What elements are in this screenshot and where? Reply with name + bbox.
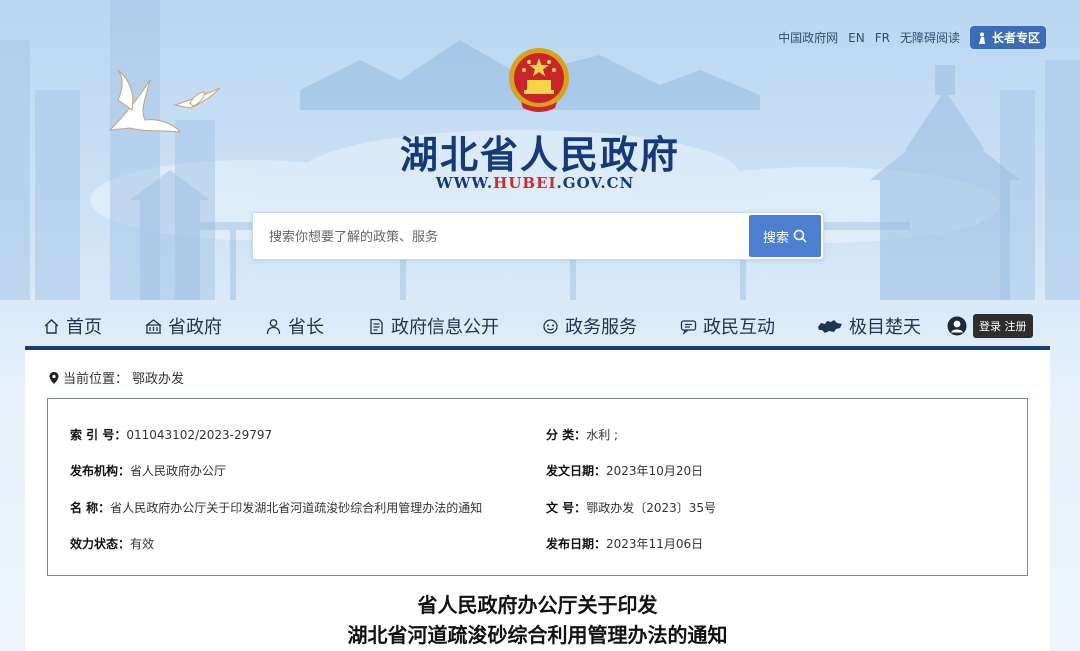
document-title-line2: 湖北省河道疏浚砂综合利用管理办法的通知 xyxy=(347,623,728,647)
meta-name-value: 省人民政府办公厅关于印发湖北省河道疏浚砂综合利用管理办法的通知 xyxy=(110,501,483,515)
nav-label-interaction: 政民互动 xyxy=(703,317,775,338)
login-area: 登录 注册 xyxy=(947,314,1033,338)
document-title: 省人民政府办公厅关于印发 湖北省河道疏浚砂综合利用管理办法的通知 xyxy=(25,590,1050,650)
link-accessible-reading[interactable]: 无障碍阅读 xyxy=(900,29,960,46)
meta-publish-date: 发布日期：2023年11月06日 xyxy=(546,535,703,552)
search-button-label: 搜索 xyxy=(762,230,789,246)
meta-status-label: 效力状态： xyxy=(70,537,131,551)
site-url-highlight: HUBEI xyxy=(493,174,557,192)
national-emblem-icon xyxy=(509,48,569,112)
location-pin-icon xyxy=(49,371,59,384)
meta-publish-date-value: 2023年11月06日 xyxy=(606,537,704,551)
nav-item-interaction[interactable]: 政民互动 xyxy=(680,313,775,339)
site-url-suffix: .GOV.CN xyxy=(556,174,635,192)
breadcrumb-prefix: 当前位置： xyxy=(63,372,129,387)
document-icon xyxy=(370,318,383,334)
search-bar: 搜索 xyxy=(252,212,824,261)
content-panel: 当前位置： 鄂政办发 索 引 号：011043102/2023-29797 分 … xyxy=(25,350,1050,651)
nav-item-home[interactable]: 首页 xyxy=(43,313,102,339)
service-icon xyxy=(543,318,558,334)
login-register-button[interactable]: 登录 注册 xyxy=(973,314,1033,338)
nav-label-info-disclosure: 政府信息公开 xyxy=(391,317,499,338)
nav-item-info-disclosure[interactable]: 政府信息公开 xyxy=(368,313,499,339)
elder-zone-label: 长者专区 xyxy=(991,31,1040,45)
building-icon xyxy=(145,318,162,334)
person-icon xyxy=(266,318,281,334)
user-avatar-icon[interactable] xyxy=(947,316,967,336)
search-input[interactable] xyxy=(267,213,741,261)
site-url: WWW.HUBEI.GOV.CN xyxy=(400,174,670,192)
meta-index-value: 011043102/2023-29797 xyxy=(126,428,273,442)
search-button[interactable]: 搜索 xyxy=(749,215,821,257)
meta-doc-number: 文 号：鄂政办发〔2023〕35号 xyxy=(546,499,716,516)
meta-publisher-label: 发布机构： xyxy=(70,464,131,478)
nav-item-province-gov[interactable]: 省政府 xyxy=(145,313,222,339)
meta-issue-date-value: 2023年10月20日 xyxy=(606,464,704,478)
meta-index-label: 索 引 号： xyxy=(70,428,127,442)
nav-item-jimu-chutian[interactable]: 极目楚天 xyxy=(817,313,921,339)
meta-category-value: 水利 ; xyxy=(586,428,619,442)
hubei-map-icon xyxy=(818,319,842,333)
home-icon xyxy=(44,318,59,334)
nav-label-governor: 省长 xyxy=(288,317,324,338)
link-gov-cn[interactable]: 中国政府网 xyxy=(778,29,838,46)
meta-publish-date-label: 发布日期： xyxy=(546,537,607,551)
nav-label-home: 首页 xyxy=(66,317,102,338)
breadcrumb-current[interactable]: 鄂政办发 xyxy=(132,368,184,387)
elder-zone-button[interactable]: 长者专区 xyxy=(969,26,1046,49)
link-english[interactable]: EN xyxy=(848,31,865,45)
link-french[interactable]: FR xyxy=(875,31,890,45)
main-nav: 首页 省政府 省长 政府信息公开 政务服务 政民互动 极目楚天 登录 注册 xyxy=(25,305,1050,347)
meta-category: 分 类：水利 ; xyxy=(546,426,618,443)
meta-issue-date: 发文日期：2023年10月20日 xyxy=(546,462,703,479)
breadcrumb: 当前位置： 鄂政办发 xyxy=(49,368,184,387)
document-title-line1: 省人民政府办公厅关于印发 xyxy=(417,593,658,617)
meta-index: 索 引 号：011043102/2023-29797 xyxy=(70,426,272,443)
search-icon xyxy=(793,229,807,243)
meta-publisher: 发布机构：省人民政府办公厅 xyxy=(70,462,226,479)
document-metadata-table: 索 引 号：011043102/2023-29797 分 类：水利 ; 发布机构… xyxy=(47,398,1028,576)
meta-issue-date-label: 发文日期： xyxy=(546,464,607,478)
meta-category-label: 分 类： xyxy=(546,428,587,442)
elder-icon xyxy=(978,32,985,44)
nav-label-gov-service: 政务服务 xyxy=(565,317,637,338)
meta-status-value: 有效 xyxy=(130,537,155,551)
top-links: 中国政府网 EN FR 无障碍阅读 长者专区 xyxy=(778,26,1046,49)
crane-illustration xyxy=(108,69,221,133)
meta-doc-number-value: 鄂政办发〔2023〕35号 xyxy=(586,501,716,515)
meta-doc-number-label: 文 号： xyxy=(546,501,587,515)
meta-publisher-value: 省人民政府办公厅 xyxy=(130,464,227,478)
nav-item-gov-service[interactable]: 政务服务 xyxy=(542,313,637,339)
nav-label-jimu-chutian: 极目楚天 xyxy=(849,317,921,338)
meta-name-label: 名 称： xyxy=(70,501,111,515)
meta-name: 名 称：省人民政府办公厅关于印发湖北省河道疏浚砂综合利用管理办法的通知 xyxy=(70,499,482,516)
nav-item-governor[interactable]: 省长 xyxy=(265,313,324,339)
site-title: 湖北省人民政府 xyxy=(399,132,680,177)
nav-label-province-gov: 省政府 xyxy=(168,317,222,338)
chat-icon xyxy=(680,319,697,335)
site-url-prefix: WWW. xyxy=(435,174,494,192)
meta-status: 效力状态：有效 xyxy=(70,535,154,552)
